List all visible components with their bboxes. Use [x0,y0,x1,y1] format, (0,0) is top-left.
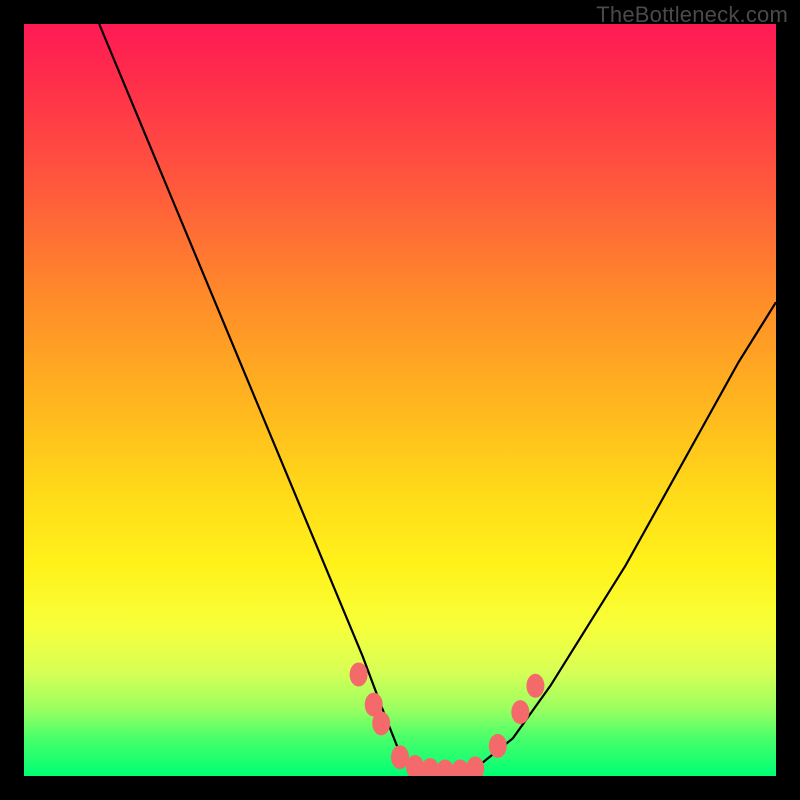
curve-markers [350,663,545,777]
curve-marker [489,734,507,758]
chart-frame: TheBottleneck.com [0,0,800,800]
curve-marker [511,700,529,724]
watermark-text: TheBottleneck.com [596,2,788,28]
curve-marker [350,663,368,687]
curve-marker [526,674,544,698]
curve-marker [466,757,484,777]
curve-marker [372,711,390,735]
curve-line [99,24,776,776]
plot-area [24,24,776,776]
bottleneck-curve [24,24,776,776]
